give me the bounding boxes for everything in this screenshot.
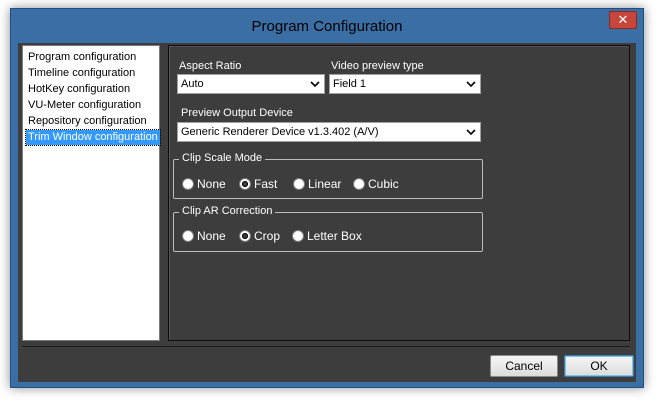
- clip-scale-mode-title: Clip Scale Mode: [179, 152, 266, 164]
- clip-scale-fast-radio[interactable]: Fast: [239, 177, 277, 191]
- sidebar-item-repository-configuration[interactable]: Repository configuration: [26, 114, 149, 129]
- clip-ar-correction-title: Clip AR Correction: [179, 205, 276, 217]
- aspect-ratio-select[interactable]: Auto: [177, 74, 325, 94]
- radio-label: Fast: [254, 177, 278, 191]
- ok-button[interactable]: OK: [564, 355, 634, 377]
- radio-circle-icon: [239, 178, 251, 190]
- video-preview-type-label: Video preview type: [331, 60, 424, 72]
- dialog-footer: Cancel OK: [22, 346, 634, 378]
- clip-ar-correction-group: Clip AR Correction None Crop Letter Box: [173, 205, 483, 252]
- clip-ar-none-radio[interactable]: None: [182, 229, 226, 243]
- clip-scale-none-radio[interactable]: None: [182, 177, 226, 191]
- radio-circle-icon: [353, 178, 365, 190]
- aspect-ratio-value: Auto: [181, 78, 204, 90]
- close-icon: ✕: [617, 12, 629, 27]
- radio-circle-icon: [293, 178, 305, 190]
- radio-circle-icon: [182, 230, 194, 242]
- radio-circle-icon: [239, 230, 251, 242]
- cancel-button[interactable]: Cancel: [490, 355, 558, 377]
- settings-panel: Aspect Ratio Auto Video preview type Fie…: [168, 45, 630, 341]
- preview-output-device-select[interactable]: Generic Renderer Device v1.3.402 (A/V): [177, 122, 481, 142]
- radio-label: Letter Box: [307, 229, 362, 243]
- preview-output-device-label: Preview Output Device: [181, 107, 293, 119]
- title-bar[interactable]: Program Configuration ✕: [11, 9, 643, 43]
- clip-scale-linear-radio[interactable]: Linear: [293, 177, 341, 191]
- sidebar-item-vu-meter-configuration[interactable]: VU-Meter configuration: [26, 98, 143, 113]
- radio-label: None: [197, 229, 226, 243]
- chevron-down-icon: [310, 81, 320, 88]
- radio-label: Crop: [254, 229, 281, 243]
- radio-circle-icon: [182, 178, 194, 190]
- aspect-ratio-label: Aspect Ratio: [179, 60, 242, 72]
- radio-circle-icon: [292, 230, 304, 242]
- video-preview-type-select[interactable]: Field 1: [329, 74, 481, 94]
- window-title: Program Configuration: [251, 18, 403, 35]
- chevron-down-icon: [466, 129, 476, 136]
- program-configuration-window: Program Configuration ✕ Program configur…: [10, 8, 644, 388]
- radio-label: Cubic: [368, 177, 399, 191]
- radio-label: None: [197, 177, 226, 191]
- clip-scale-mode-group: Clip Scale Mode None Fast Linear Cubic: [173, 152, 483, 199]
- sidebar-item-program-configuration[interactable]: Program configuration: [26, 50, 138, 65]
- radio-label: Linear: [308, 177, 342, 191]
- sidebar-item-timeline-configuration[interactable]: Timeline configuration: [26, 66, 137, 81]
- chevron-down-icon: [466, 81, 476, 88]
- clip-scale-cubic-radio[interactable]: Cubic: [353, 177, 399, 191]
- dialog-client-area: Program configuration Timeline configura…: [18, 43, 636, 382]
- close-button[interactable]: ✕: [609, 11, 637, 29]
- preview-output-device-value: Generic Renderer Device v1.3.402 (A/V): [181, 126, 379, 138]
- sidebar-item-hotkey-configuration[interactable]: HotKey configuration: [26, 82, 132, 97]
- video-preview-type-value: Field 1: [333, 78, 367, 90]
- clip-ar-letter-box-radio[interactable]: Letter Box: [292, 229, 362, 243]
- clip-ar-crop-radio[interactable]: Crop: [239, 229, 280, 243]
- sidebar-item-trim-window-configuration[interactable]: Trim Window configuration: [25, 129, 161, 146]
- config-category-list[interactable]: Program configuration Timeline configura…: [22, 45, 161, 341]
